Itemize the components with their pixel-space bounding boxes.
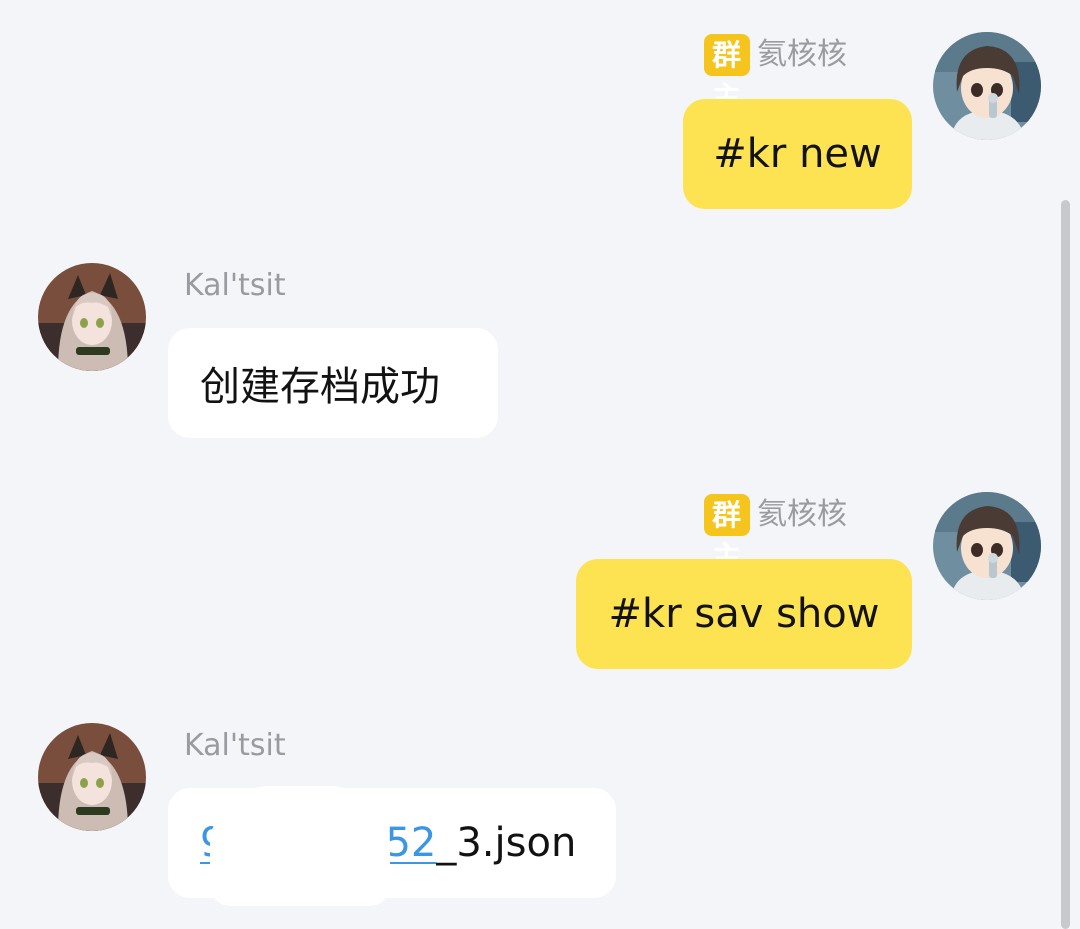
scrollbar[interactable] xyxy=(1061,200,1070,929)
message-bubble[interactable]: 创建存档成功 xyxy=(168,328,498,438)
avatar-brown-hair-girl[interactable] xyxy=(933,492,1041,600)
chat-message-list[interactable]: 群主 氦核核 #kr new Kal'tsit 创建存档成功 群主 氦核核 #k… xyxy=(0,0,1080,929)
avatar-brown-hair-girl[interactable] xyxy=(933,32,1041,140)
redaction-overlay xyxy=(210,786,390,906)
sender-name[interactable]: 氦核核 xyxy=(757,33,847,77)
avatar-kaltsit[interactable] xyxy=(38,723,146,831)
sender-row: Kal'tsit xyxy=(184,724,286,768)
message-bubble[interactable]: #kr sav show xyxy=(576,559,912,669)
message-bubble[interactable]: #kr new xyxy=(683,99,912,209)
sender-name[interactable]: Kal'tsit xyxy=(184,724,286,768)
sender-row: 群主 氦核核 xyxy=(704,493,847,574)
avatar-kaltsit[interactable] xyxy=(38,263,146,371)
group-owner-badge: 群主 xyxy=(704,494,751,574)
sender-name[interactable]: 氦核核 xyxy=(757,493,847,537)
sender-row: Kal'tsit xyxy=(184,264,286,308)
sender-row: 群主 氦核核 xyxy=(704,33,847,114)
file-name-suffix: _3.json xyxy=(436,820,577,866)
sender-name[interactable]: Kal'tsit xyxy=(184,264,286,308)
group-owner-badge: 群主 xyxy=(704,34,751,114)
